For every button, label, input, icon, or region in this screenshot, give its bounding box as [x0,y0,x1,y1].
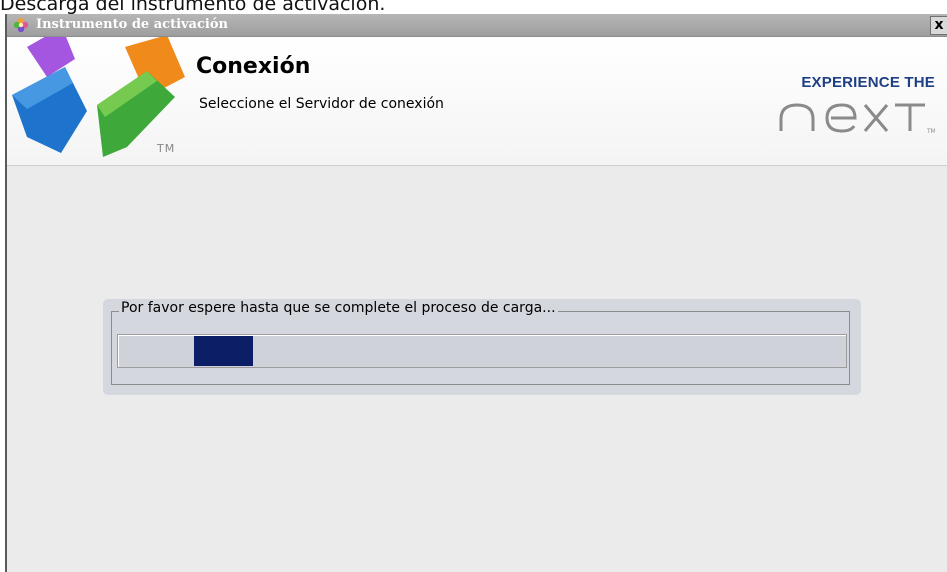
window-title: Instrumento de activación [36,17,228,32]
header-banner: TM Conexión Seleccione el Servidor de co… [7,37,947,166]
progress-bar [117,334,847,368]
brand-trademark: TM [926,128,935,135]
brand-tagline: EXPERIENCE THE [801,74,935,91]
close-button[interactable]: x [930,16,947,35]
page-subtitle: Seleccione el Servidor de conexión [199,96,444,112]
logo-trademark: TM [157,142,176,155]
caption-text: Descarga del instrumento de activación. [0,0,386,15]
activation-window: Instrumento de activación x TM Conexión … [5,14,947,572]
app-icon [13,17,29,33]
brand-next-logo: TM [779,103,935,135]
loading-panel: Por favor espere hasta que se complete e… [103,299,861,395]
loading-message: Por favor espere hasta que se complete e… [119,300,558,316]
title-bar[interactable]: Instrumento de activación x [7,14,947,37]
progress-indicator [194,336,253,366]
page-title: Conexión [196,54,311,79]
